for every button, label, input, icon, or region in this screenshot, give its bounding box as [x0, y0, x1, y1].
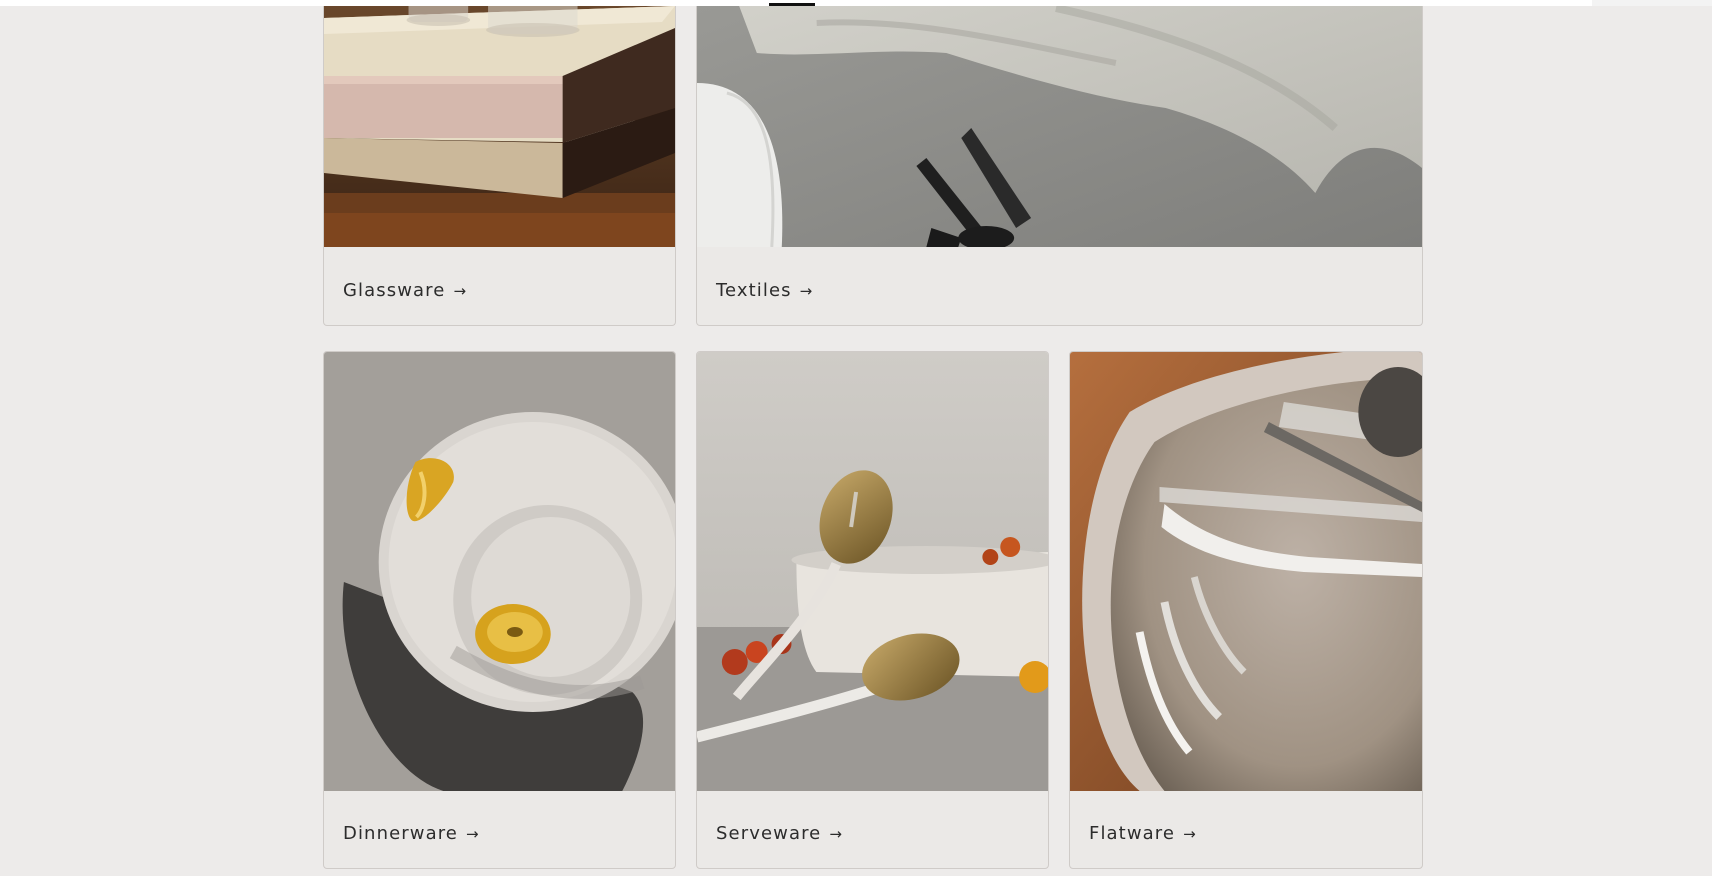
collection-card-serveware[interactable]: Serveware →	[696, 351, 1049, 869]
glassware-photo	[324, 0, 675, 247]
collection-card-dinnerware[interactable]: Dinnerware →	[323, 351, 676, 869]
arrow-right-icon: →	[829, 825, 844, 843]
collection-image-glassware[interactable]	[324, 0, 675, 247]
header-bottom-edge	[0, 0, 1712, 6]
collection-image-dinnerware[interactable]	[324, 352, 675, 791]
arrow-right-icon: →	[1183, 825, 1197, 843]
collection-image-serveware[interactable]	[697, 352, 1048, 791]
collection-label: Dinnerware	[343, 823, 458, 844]
collection-label: Flatware	[1089, 823, 1176, 844]
collection-label: Glassware	[343, 280, 446, 301]
arrow-right-icon: →	[799, 282, 814, 300]
collection-label: Textiles	[716, 280, 792, 301]
active-nav-indicator	[769, 3, 815, 6]
dinnerware-photo	[324, 352, 675, 791]
collection-link-textiles[interactable]: Textiles →	[716, 280, 813, 301]
collection-card-textiles[interactable]: Textiles →	[696, 0, 1423, 326]
arrow-right-icon: →	[465, 825, 480, 843]
collection-label: Serveware	[716, 823, 822, 844]
collection-image-flatware[interactable]	[1070, 352, 1422, 791]
collection-image-textiles[interactable]	[697, 0, 1422, 247]
collection-card-flatware[interactable]: Flatware →	[1069, 351, 1423, 869]
textiles-photo	[697, 0, 1422, 247]
serveware-photo	[697, 352, 1048, 791]
arrow-right-icon: →	[453, 282, 468, 300]
collection-link-dinnerware[interactable]: Dinnerware →	[343, 823, 480, 844]
collection-link-serveware[interactable]: Serveware →	[716, 823, 843, 844]
header-edge-fade	[1592, 0, 1712, 6]
flatware-photo	[1070, 352, 1422, 791]
collection-card-glassware[interactable]: Glassware →	[323, 0, 676, 326]
collection-link-glassware[interactable]: Glassware →	[343, 280, 467, 301]
collection-link-flatware[interactable]: Flatware →	[1089, 823, 1197, 844]
